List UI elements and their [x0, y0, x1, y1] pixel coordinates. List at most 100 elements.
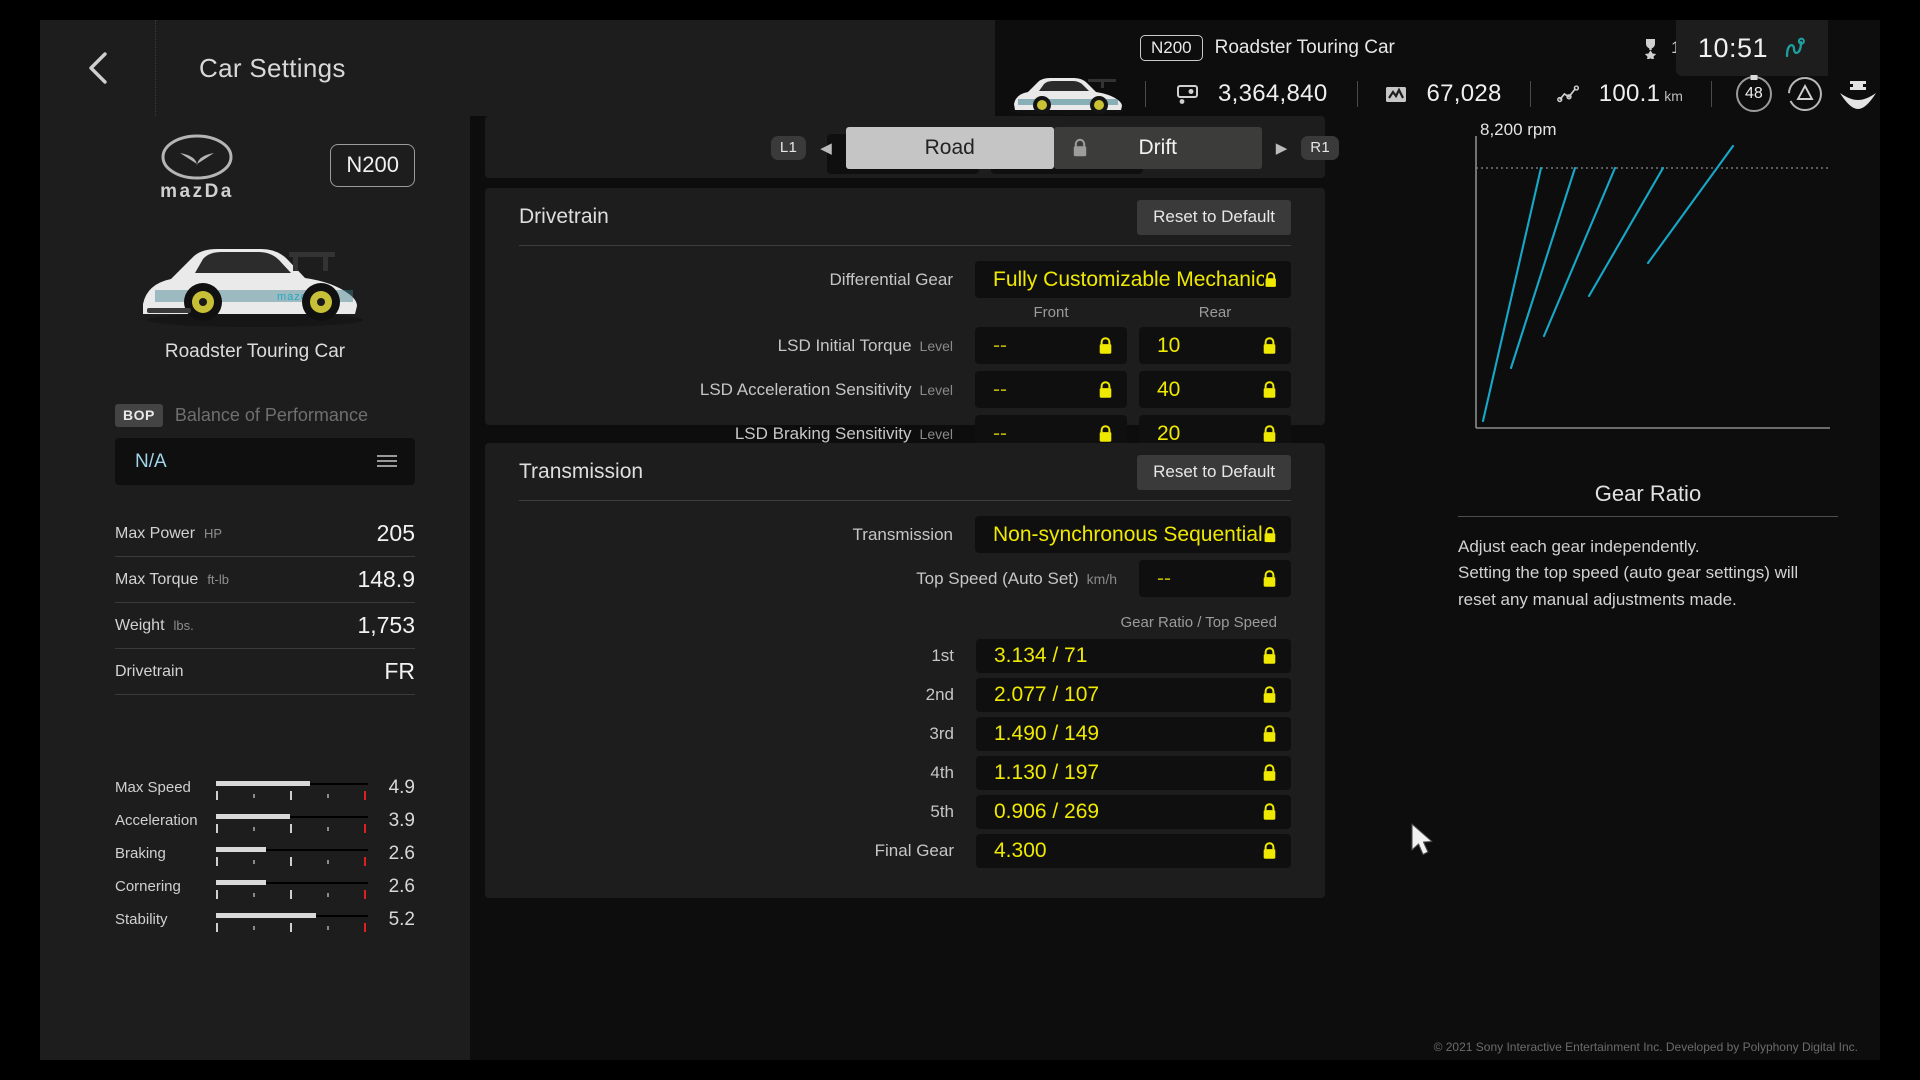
lsd-front-field[interactable]: --	[975, 327, 1127, 364]
spec-row: Max Power HP 205	[115, 511, 415, 557]
back-button[interactable]	[40, 20, 155, 116]
col-front-label: Front	[1033, 304, 1069, 321]
lsd-front-value: --	[993, 421, 1007, 445]
tab-drift[interactable]: Drift	[1053, 127, 1262, 169]
description-line: Setting the top speed (auto gear setting…	[1458, 563, 1799, 609]
lsd-label-box: LSD Initial Torque Level	[778, 336, 953, 356]
wing-emblem-icon	[1839, 81, 1876, 109]
top-bar-right: N200 Roadster Touring Car 14 10:51	[995, 20, 1880, 116]
lock-icon	[1264, 526, 1276, 542]
lock-icon	[1265, 271, 1276, 287]
performance-value: 4.9	[388, 776, 415, 798]
gear-field[interactable]: 4.300	[976, 834, 1291, 868]
col-rear-label: Rear	[1198, 304, 1232, 321]
spec-row: Drivetrain FR	[115, 649, 415, 695]
gear-ratio-graph	[1475, 136, 1830, 429]
gear-field[interactable]: 0.906 / 269	[976, 795, 1291, 829]
lsd-front-field[interactable]: --	[975, 371, 1127, 408]
gear-field[interactable]: 2.077 / 107	[976, 678, 1291, 712]
tab-next-arrow[interactable]: ▶	[1276, 139, 1288, 157]
spec-value: 148.9	[357, 566, 415, 592]
gear-field[interactable]: 1.490 / 149	[976, 717, 1291, 751]
gear-field[interactable]: 1.130 / 197	[976, 756, 1291, 790]
transmission-type-field[interactable]: Non-synchronous Sequential ...	[975, 516, 1291, 553]
top-speed-unit: km/h	[1086, 570, 1117, 587]
top-bar: Car Settings N200 Roadster Touring Car 1…	[40, 20, 1880, 116]
lock-icon	[1099, 380, 1112, 398]
l1-shoulder-hint: L1	[770, 136, 807, 160]
performance-fill	[215, 780, 310, 786]
lock-icon	[1263, 842, 1276, 859]
lsd-rear-field[interactable]: 40	[1139, 371, 1291, 408]
gear-value: 3.134 / 71	[994, 644, 1088, 667]
right-panel-description: Adjust each gear independently. Setting t…	[1458, 534, 1838, 613]
car-info-sidebar: mazDa N200 mazda Roadster Touring Car BO…	[40, 116, 470, 1060]
lock-icon	[1263, 725, 1276, 742]
divider	[1710, 81, 1712, 107]
lsd-front-value: --	[993, 333, 1007, 357]
mileage-stat: 67,028	[1384, 80, 1501, 108]
r1-shoulder-hint: R1	[1301, 136, 1340, 160]
divider	[1145, 81, 1146, 107]
car-name-row: N200 Roadster Touring Car	[1140, 28, 1395, 68]
performance-ticks	[215, 889, 368, 900]
bop-row: BOP Balance of Performance	[115, 404, 368, 427]
lock-icon	[1099, 336, 1112, 354]
gear-curves	[1481, 144, 1735, 423]
top-speed-field[interactable]: --	[1139, 560, 1291, 597]
differential-gear-value: Fully Customizable Mechanica...	[993, 267, 1264, 291]
distance-unit: km	[1664, 88, 1683, 104]
performance-bar	[215, 875, 368, 899]
transmission-reset-button[interactable]: Reset to Default	[1137, 455, 1291, 490]
lsd-rows: LSD Initial Torque Level -- 10 LSD Accelerat…	[519, 326, 1291, 453]
performance-ticks	[215, 856, 368, 867]
lsd-rear-field[interactable]: 10	[1139, 327, 1291, 364]
gear-label: 3rd	[929, 724, 954, 743]
transmission-title: Transmission	[519, 459, 644, 483]
lsd-label-box: LSD Acceleration Sensitivity Level	[700, 380, 953, 400]
transmission-panel: Transmission Reset to Default Transmissi…	[485, 443, 1325, 898]
gear-label: 2nd	[925, 685, 954, 704]
car-thumbnail	[1009, 78, 1125, 115]
lock-icon	[1099, 424, 1112, 442]
performance-value: 2.6	[388, 875, 415, 897]
spec-name: Weight	[115, 616, 165, 634]
lock-icon	[1263, 336, 1276, 354]
tab-prev-arrow[interactable]: ◀	[820, 139, 832, 157]
spec-unit: HP	[204, 525, 223, 541]
svg-text:mazDa: mazDa	[160, 181, 234, 202]
performance-fill	[215, 846, 266, 852]
gear-ratio-header: Gear Ratio / Top Speed	[1120, 614, 1278, 631]
spec-name: Drivetrain	[115, 662, 184, 680]
page-title: Car Settings	[199, 52, 346, 83]
gear-row: 1st 3.134 / 71	[519, 638, 1291, 674]
differential-gear-field[interactable]: Fully Customizable Mechanica...	[975, 261, 1291, 298]
lock-icon	[1263, 686, 1276, 703]
right-panel-rule	[1458, 516, 1838, 517]
distance-value: 100.1	[1598, 80, 1661, 107]
screen-root: Car Settings N200 Roadster Touring Car 1…	[0, 0, 1920, 1080]
gear-field[interactable]: 3.134 / 71	[976, 639, 1291, 673]
lsd-label: LSD Braking Sensitivity	[734, 423, 912, 443]
lsd-value-pair: -- 10	[975, 327, 1291, 364]
collector-level-icon	[1787, 77, 1822, 111]
front-rear-header: Front Rear	[519, 304, 1291, 321]
performance-value: 3.9	[388, 809, 415, 831]
gear-value: 2.077 / 107	[994, 683, 1100, 706]
mileage-icon	[1386, 87, 1407, 102]
bop-value: N/A	[135, 450, 167, 472]
lock-icon	[1263, 380, 1276, 398]
tab-road[interactable]: Road	[845, 127, 1054, 169]
drivetrain-reset-button[interactable]: Reset to Default	[1137, 200, 1291, 235]
gear-value: 0.906 / 269	[994, 800, 1100, 823]
clock-time: 10:51	[1697, 32, 1768, 63]
performance-name: Max Speed	[115, 779, 191, 796]
drivetrain-panel: Drivetrain Reset to Default Differential…	[485, 188, 1325, 452]
spec-row: Max Torque ft-lb 148.9	[115, 557, 415, 603]
bop-tag: BOP	[115, 404, 163, 427]
spec-left: Max Power HP	[115, 525, 222, 543]
mazda-logo: mazDa	[160, 134, 234, 202]
bop-field[interactable]: N/A	[115, 438, 415, 485]
gear-row: 2nd 2.077 / 107	[519, 677, 1291, 713]
performance-fill	[215, 879, 266, 885]
